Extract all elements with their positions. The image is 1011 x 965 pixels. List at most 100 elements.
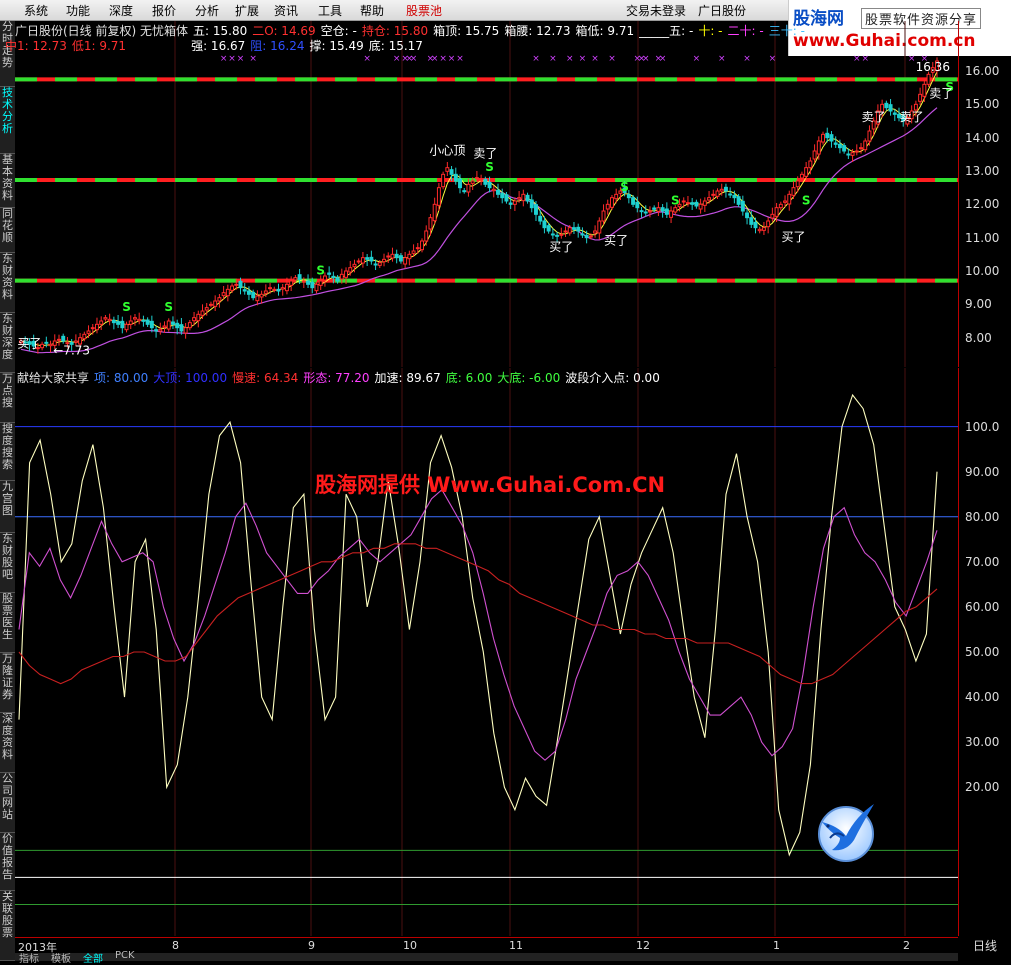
- left-tab-2[interactable]: 基本资料: [0, 154, 15, 208]
- period-button[interactable]: 日线: [962, 937, 1008, 955]
- candle: [390, 247, 395, 262]
- menu-item-9[interactable]: 股票池: [406, 2, 442, 19]
- bottom-tab-3[interactable]: PCK: [115, 950, 135, 961]
- candle: [888, 99, 893, 116]
- candle: [255, 290, 260, 306]
- indicator-tick-7: 30.00: [965, 735, 1000, 750]
- left-tab-8[interactable]: 九宫图: [0, 481, 15, 533]
- candle: [753, 217, 758, 234]
- left-tab-1[interactable]: 技术分析: [0, 87, 15, 154]
- time-label-6: 1: [773, 939, 780, 952]
- kline-annotation-4: 买了: [549, 240, 573, 254]
- time-label-4: 11: [509, 939, 523, 952]
- price-tick-5: 11.00: [965, 230, 1000, 245]
- candle: [306, 274, 311, 288]
- menu-item-3[interactable]: 报价: [152, 2, 176, 19]
- candle: [576, 223, 581, 238]
- left-tab-9[interactable]: 东财股吧: [0, 533, 15, 593]
- candle: [601, 204, 606, 225]
- bottom-tab-0[interactable]: 指标: [19, 950, 39, 965]
- kline-info2-item-5: 底: 15.17: [368, 39, 423, 53]
- menu-item-2[interactable]: 深度: [109, 2, 133, 19]
- left-tab-4[interactable]: 东财资料: [0, 253, 15, 313]
- candle: [208, 301, 213, 308]
- kline-info1-item-0: 广日股份(日线 前复权) 无忧箱体: [15, 24, 188, 38]
- candle: [597, 217, 602, 240]
- candle: [86, 325, 91, 338]
- bottom-tab-2[interactable]: 全部: [83, 950, 103, 965]
- candle: [479, 174, 484, 186]
- signal-x-marker: ×: [237, 54, 245, 64]
- candle: [162, 321, 167, 333]
- candle: [778, 201, 783, 211]
- candle: [892, 109, 897, 121]
- left-tab-7[interactable]: 搜度搜索: [0, 423, 15, 481]
- price-tick-0: 16.00: [965, 64, 1000, 78]
- left-tab-11[interactable]: 万隆证券: [0, 653, 15, 713]
- s-signal-marker: S: [122, 300, 131, 314]
- menu-item-5[interactable]: 扩展: [235, 2, 259, 19]
- candle: [572, 222, 576, 234]
- left-tab-12[interactable]: 深度资料: [0, 713, 15, 773]
- candle: [230, 283, 235, 293]
- signal-x-marker: ×: [608, 54, 616, 64]
- kline-info1-item-2: 二O: 14.69: [252, 24, 316, 38]
- candle: [407, 250, 412, 266]
- left-tab-13[interactable]: 公司网站: [0, 773, 15, 833]
- kline-info1-item-7: 箱低: 9.71: [575, 24, 635, 38]
- price-tick-7: 9.00: [965, 297, 992, 312]
- candle: [605, 199, 610, 215]
- price-axis: 16.00 15.00 14.00 13.00 12.00 11.00 10.00 9.00 8…: [958, 21, 1011, 367]
- login-status[interactable]: 交易未登录: [626, 2, 686, 19]
- left-tab-3[interactable]: 同花顺: [0, 208, 15, 253]
- candle: [424, 225, 429, 246]
- kline-info1-item-4: 持仓: 15.80: [361, 24, 429, 38]
- left-tab-0[interactable]: 分时走势: [0, 21, 15, 87]
- s-signal-marker: S: [671, 193, 680, 207]
- menu-item-8[interactable]: 帮助: [360, 2, 384, 19]
- s-signal-marker: S: [485, 160, 494, 174]
- menu-item-6[interactable]: 资讯: [274, 2, 298, 19]
- menu-item-1[interactable]: 功能: [66, 2, 90, 19]
- candle: [453, 167, 458, 185]
- candle: [259, 290, 264, 304]
- candle: [529, 194, 534, 213]
- price-tick-3: 13.00: [965, 164, 1000, 178]
- signal-x-marker: ×: [743, 54, 751, 64]
- candle: [187, 320, 192, 331]
- candle: [609, 195, 614, 210]
- signal-x-marker: ×: [220, 54, 228, 64]
- time-label-7: 2: [903, 939, 910, 952]
- price-tick-8: 8.00: [965, 330, 992, 345]
- kline-annotation-9: 卖了: [929, 87, 953, 101]
- s-signal-marker: S: [164, 300, 173, 314]
- signal-x-marker: ×: [693, 54, 701, 64]
- menu-item-7[interactable]: 工具: [318, 2, 342, 19]
- kline-panel[interactable]: × × × × × × × × × × × × × × × × × × × × × × × × × × × × × × × × × S S S S S S S…: [5, 21, 983, 367]
- candle: [656, 202, 661, 216]
- candle: [289, 276, 294, 291]
- indicator-tick-3: 70.00: [965, 554, 1000, 569]
- candle: [694, 199, 699, 209]
- menu-item-4[interactable]: 分析: [195, 2, 219, 19]
- left-tab-6[interactable]: 万点搜: [0, 373, 15, 423]
- candle: [394, 249, 399, 264]
- kline-annotation-2: 小心顶: [429, 143, 465, 157]
- candle: [757, 226, 762, 234]
- time-axis: 2013年 8 9 10 11 12 1 2: [15, 937, 958, 954]
- candle: [745, 209, 750, 225]
- candle: [854, 144, 859, 156]
- candle: [723, 183, 728, 198]
- left-tab-15[interactable]: 关联股票: [0, 891, 15, 961]
- bottom-tab-1[interactable]: 模板: [51, 950, 71, 965]
- kline-info1-item-9: 十: -: [698, 24, 723, 38]
- bottom-tabs: 指标 模板 全部 PCK: [15, 950, 958, 965]
- left-tab-10[interactable]: 股票医生: [0, 593, 15, 653]
- left-tab-14[interactable]: 价值报告: [0, 833, 15, 891]
- kline-chart[interactable]: × × × × × × ××× ×× × × × × × × × × × ××× ×× × × × × × × × ×S SSSSS S…: [15, 21, 983, 367]
- menu-item-0[interactable]: 系统: [24, 2, 48, 19]
- kline-annotation-6: 买了: [781, 230, 805, 244]
- candle: [525, 192, 530, 204]
- left-tab-5[interactable]: 东财深度: [0, 313, 15, 373]
- candle: [821, 131, 825, 145]
